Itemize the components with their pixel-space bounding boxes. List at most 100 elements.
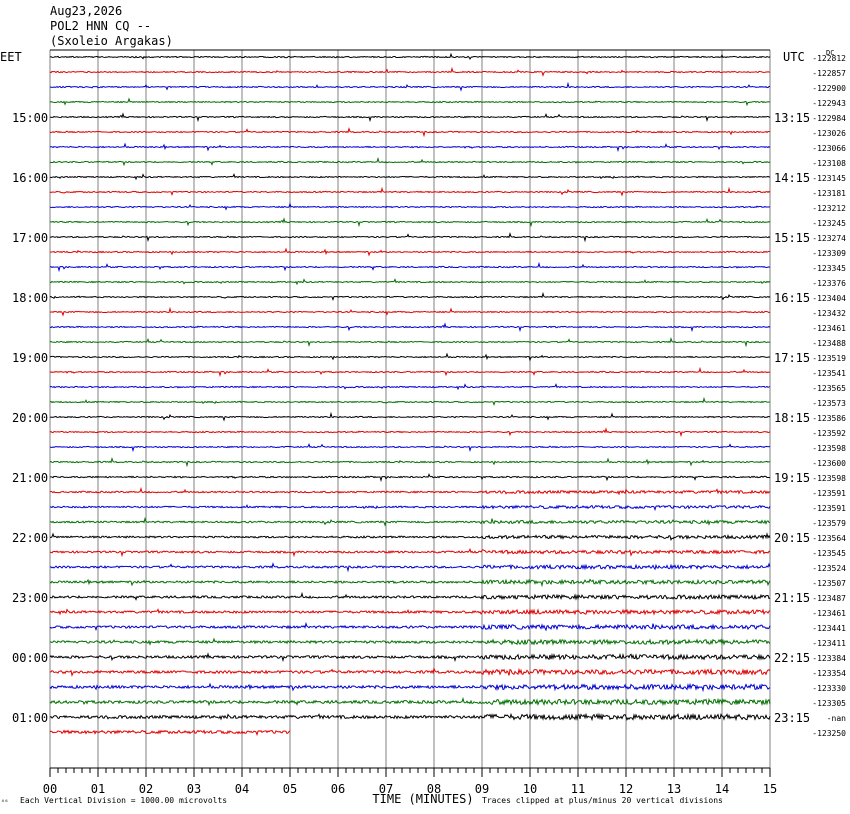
trace-line — [49, 504, 771, 512]
left-hour-label: 18:00 — [12, 291, 48, 305]
trace-line — [49, 217, 771, 228]
x-tick-label: 12 — [619, 782, 633, 796]
dc-offset-label: -123066 — [812, 144, 846, 153]
dc-offset-label: -123245 — [812, 219, 846, 228]
dc-offset-label: -123579 — [812, 519, 846, 528]
left-hour-label: 17:00 — [12, 231, 48, 245]
trace-line — [49, 396, 771, 407]
x-tick-label: 02 — [139, 782, 153, 796]
dc-offset-label: -123274 — [812, 234, 846, 243]
seismogram-plot: EET UTC DC15:0016:0017:0018:0019:0020:0021… — [0, 49, 846, 806]
left-hour-label: 23:00 — [12, 591, 48, 605]
x-tick-label: 10 — [523, 782, 537, 796]
right-hour-label: 14:15 — [774, 171, 810, 185]
dc-offset-label: -123108 — [812, 159, 846, 168]
dc-offset-label: -123305 — [812, 699, 846, 708]
dc-offset-label: -122943 — [812, 99, 846, 108]
dc-offset-label: -123598 — [812, 474, 846, 483]
trace-line — [49, 427, 771, 438]
footer-marker: ⁴⁶ — [1, 799, 8, 806]
trace-line — [49, 306, 771, 317]
left-hour-label: 19:00 — [12, 351, 48, 365]
trace-line — [49, 112, 771, 123]
trace-line — [49, 52, 771, 60]
right-hour-label: 16:15 — [774, 291, 810, 305]
right-hour-label: 21:15 — [774, 591, 810, 605]
trace-line — [49, 712, 771, 722]
dc-offset-label: -122984 — [812, 114, 846, 123]
dc-offset-label: -123309 — [812, 249, 846, 258]
trace-line — [49, 66, 771, 77]
x-tick-label: 11 — [571, 782, 585, 796]
dc-offset-label: -123519 — [812, 354, 846, 363]
right-hour-label: 18:15 — [774, 411, 810, 425]
trace-line — [49, 173, 771, 181]
dc-offset-label: -123598 — [812, 444, 846, 453]
trace-line — [49, 322, 771, 333]
trace-line — [49, 652, 771, 663]
trace-line — [49, 457, 771, 468]
trace-line — [49, 562, 771, 573]
left-hour-label: 15:00 — [12, 111, 48, 125]
trace-line — [49, 682, 771, 693]
dc-offset-label: -123461 — [812, 324, 846, 333]
vertical-scale-note: Each Vertical Division = 1000.00 microvo… — [20, 796, 227, 805]
trace-line — [49, 729, 291, 737]
trace-line — [49, 578, 771, 588]
x-tick-label: 06 — [331, 782, 345, 796]
trace-line — [49, 608, 771, 616]
dc-offset-label: -123487 — [812, 594, 846, 603]
dc-offset-label: -123181 — [812, 189, 846, 198]
dc-offset-label: -123545 — [812, 549, 846, 558]
dc-offset-label: -123564 — [812, 534, 846, 543]
x-tick-label: 13 — [667, 782, 681, 796]
dc-offset-label: -123026 — [812, 129, 846, 138]
dc-offset-label: -123600 — [812, 459, 846, 468]
trace-line — [49, 186, 771, 197]
left-timezone-label: EET — [0, 50, 22, 64]
dc-offset-label: -123592 — [812, 429, 846, 438]
trace-line — [49, 247, 771, 257]
dc-offset-label: -123541 — [812, 369, 846, 378]
trace-line — [49, 383, 771, 391]
right-hour-label: 23:15 — [774, 711, 810, 725]
x-tick-label: 00 — [43, 782, 57, 796]
left-hour-label: 00:00 — [12, 651, 48, 665]
right-hour-label: 17:15 — [774, 351, 810, 365]
x-tick-label: 01 — [91, 782, 105, 796]
trace-line — [49, 127, 771, 138]
dc-offset-label: -123404 — [812, 294, 846, 303]
trace-line — [49, 411, 771, 422]
dc-offset-label: -123330 — [812, 684, 846, 693]
x-tick-label: 15 — [763, 782, 777, 796]
right-hour-label: 22:15 — [774, 651, 810, 665]
dc-offset-label: -123384 — [812, 654, 846, 663]
dc-offset-label: -123250 — [812, 729, 846, 738]
trace-line — [49, 442, 771, 453]
dc-offset-label: -nan — [827, 714, 846, 723]
clip-note: Traces clipped at plus/minus 20 vertical… — [482, 796, 723, 805]
trace-line — [49, 667, 771, 677]
dc-offset-label: -123432 — [812, 309, 846, 318]
dc-offset-label: -123441 — [812, 624, 846, 633]
right-hour-label: 13:15 — [774, 111, 810, 125]
dc-offset-label: -123524 — [812, 564, 846, 573]
trace-line — [49, 81, 771, 92]
right-hour-label: 15:15 — [774, 231, 810, 245]
dc-offset-label: -123591 — [812, 504, 846, 513]
trace-line — [49, 202, 771, 211]
x-tick-label: 09 — [475, 782, 489, 796]
dc-offset-label: -123488 — [812, 339, 846, 348]
dc-offset-label: -123354 — [812, 669, 846, 678]
left-hour-label: 01:00 — [12, 711, 48, 725]
dc-offset-label: -123586 — [812, 414, 846, 423]
left-hour-label: 22:00 — [12, 531, 48, 545]
x-axis-title: TIME (MINUTES) — [372, 792, 473, 806]
trace-line — [49, 97, 771, 107]
x-tick-label: 03 — [187, 782, 201, 796]
right-timezone-label: UTC — [783, 50, 805, 64]
trace-line — [49, 548, 771, 558]
trace-line — [49, 278, 771, 286]
left-hour-label: 16:00 — [12, 171, 48, 185]
dc-offset-label: -123591 — [812, 489, 846, 498]
